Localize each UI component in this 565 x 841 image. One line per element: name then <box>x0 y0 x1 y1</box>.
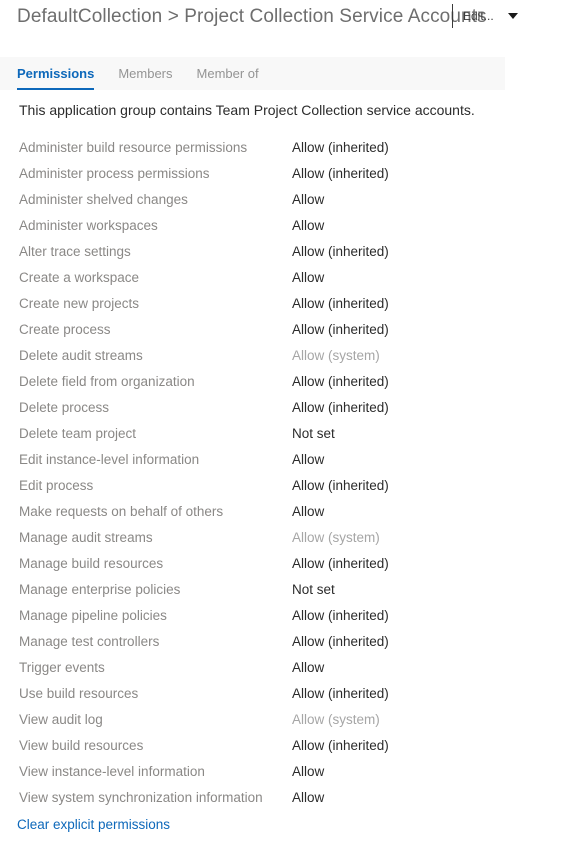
permission-name: Create new projects <box>19 295 140 311</box>
permission-name: Manage enterprise policies <box>19 581 181 597</box>
permission-row[interactable]: Use build resources Allow (inherited) <box>0 680 565 706</box>
permission-row[interactable]: Manage enterprise policies Not set <box>0 576 565 602</box>
header-divider <box>452 4 453 28</box>
permission-row[interactable]: Trigger events Allow <box>0 654 565 680</box>
permission-name: View audit log <box>19 711 103 727</box>
permission-row[interactable]: View build resources Allow (inherited) <box>0 732 565 758</box>
permissions-list: Administer build resource permissions All… <box>0 134 565 810</box>
permission-row[interactable]: Edit instance-level information Allow <box>0 446 565 472</box>
permission-value[interactable]: Allow <box>292 270 324 285</box>
permission-row[interactable]: Manage build resources Allow (inherited) <box>0 550 565 576</box>
permission-name: Delete process <box>19 399 110 415</box>
tab-bar: Permissions Members Member of <box>0 57 505 90</box>
permission-row[interactable]: Edit process Allow (inherited) <box>0 472 565 498</box>
tab-list: Permissions Members Member of <box>17 57 283 90</box>
permission-value[interactable]: Allow <box>292 790 324 805</box>
permission-row[interactable]: Administer shelved changes Allow <box>0 186 565 212</box>
permission-name: Administer build resource permissions <box>19 139 248 155</box>
page-header: DefaultCollection > Project Collection S… <box>0 0 565 57</box>
permission-value[interactable]: Allow (inherited) <box>292 634 389 649</box>
permission-name: Manage audit streams <box>19 529 153 545</box>
group-description: This application group contains Team Pro… <box>19 102 475 118</box>
permission-row[interactable]: Delete process Allow (inherited) <box>0 394 565 420</box>
tab-member-of[interactable]: Member of <box>197 57 259 90</box>
permission-row[interactable]: Make requests on behalf of others Allow <box>0 498 565 524</box>
permission-value[interactable]: Allow (inherited) <box>292 140 389 155</box>
permission-row[interactable]: View instance-level information Allow <box>0 758 565 784</box>
tab-permissions[interactable]: Permissions <box>17 57 95 90</box>
permission-name: View system synchronization information <box>19 789 263 805</box>
permission-row[interactable]: View system synchronization information A… <box>0 784 565 810</box>
permission-row[interactable]: Delete field from organization Allow (inh… <box>0 368 565 394</box>
chevron-down-icon <box>507 13 518 19</box>
permission-row[interactable]: Administer workspaces Allow <box>0 212 565 238</box>
permission-name: Manage test controllers <box>19 633 160 649</box>
permission-name: View instance-level information <box>19 763 205 779</box>
permission-value[interactable]: Allow <box>292 192 324 207</box>
permission-row[interactable]: Delete team project Not set <box>0 420 565 446</box>
permission-row[interactable]: Manage audit streams Allow (system) <box>0 524 565 550</box>
permission-name: Create process <box>19 321 111 337</box>
permission-value[interactable]: Allow (inherited) <box>292 296 389 311</box>
permission-value[interactable]: Allow (inherited) <box>292 322 389 337</box>
permission-value[interactable]: Allow (inherited) <box>292 738 389 753</box>
permission-name: Trigger events <box>19 659 105 675</box>
permission-name: Delete team project <box>19 425 137 441</box>
permission-row[interactable]: Alter trace settings Allow (inherited) <box>0 238 565 264</box>
permission-value[interactable]: Allow <box>292 452 324 467</box>
permission-name: Manage pipeline policies <box>19 607 167 623</box>
permission-row[interactable]: Administer process permissions Allow (inh… <box>0 160 565 186</box>
permission-name: Administer workspaces <box>19 217 158 233</box>
tab-members[interactable]: Members <box>118 57 172 90</box>
permission-value[interactable]: Allow (inherited) <box>292 478 389 493</box>
permission-name: Alter trace settings <box>19 243 131 259</box>
permission-value[interactable]: Not set <box>292 582 335 597</box>
permission-value[interactable]: Allow (inherited) <box>292 556 389 571</box>
edit-dropdown-label: Edit... <box>463 9 494 23</box>
permission-row[interactable]: Create a workspace Allow <box>0 264 565 290</box>
permission-value[interactable]: Allow <box>292 660 324 675</box>
permission-row[interactable]: Delete audit streams Allow (system) <box>0 342 565 368</box>
permission-name: Edit instance-level information <box>19 451 200 467</box>
permission-value[interactable]: Allow (inherited) <box>292 686 389 701</box>
permission-value[interactable]: Allow (inherited) <box>292 166 389 181</box>
permission-value[interactable]: Allow (inherited) <box>292 374 389 389</box>
permission-value[interactable]: Allow <box>292 764 324 779</box>
permission-name: Use build resources <box>19 685 139 701</box>
edit-dropdown-button[interactable]: Edit... <box>463 9 518 23</box>
permission-value[interactable]: Allow (system) <box>292 712 380 727</box>
permission-value[interactable]: Allow (system) <box>292 348 380 363</box>
permission-value[interactable]: Allow (inherited) <box>292 400 389 415</box>
permission-value[interactable]: Allow <box>292 504 324 519</box>
permission-value[interactable]: Allow (inherited) <box>292 244 389 259</box>
breadcrumb-title: DefaultCollection > Project Collection S… <box>17 6 487 27</box>
permission-name: Manage build resources <box>19 555 164 571</box>
permission-name: Delete field from organization <box>19 373 195 389</box>
permission-name: Edit process <box>19 477 94 493</box>
permission-value[interactable]: Allow (inherited) <box>292 608 389 623</box>
permission-name: Delete audit streams <box>19 347 143 363</box>
permission-value[interactable]: Allow <box>292 218 324 233</box>
permission-value[interactable]: Allow (system) <box>292 530 380 545</box>
permission-name: Administer shelved changes <box>19 191 188 207</box>
permission-row[interactable]: Create process Allow (inherited) <box>0 316 565 342</box>
permission-row[interactable]: Manage pipeline policies Allow (inherited… <box>0 602 565 628</box>
permission-name: View build resources <box>19 737 144 753</box>
permission-row[interactable]: Manage test controllers Allow (inherited) <box>0 628 565 654</box>
permission-name: Make requests on behalf of others <box>19 503 224 519</box>
permission-row[interactable]: Create new projects Allow (inherited) <box>0 290 565 316</box>
permission-row[interactable]: Administer build resource permissions All… <box>0 134 565 160</box>
permission-name: Create a workspace <box>19 269 140 285</box>
permission-value[interactable]: Not set <box>292 426 335 441</box>
permission-name: Administer process permissions <box>19 165 210 181</box>
clear-explicit-permissions-link[interactable]: Clear explicit permissions <box>17 817 170 832</box>
permission-row[interactable]: View audit log Allow (system) <box>0 706 565 732</box>
